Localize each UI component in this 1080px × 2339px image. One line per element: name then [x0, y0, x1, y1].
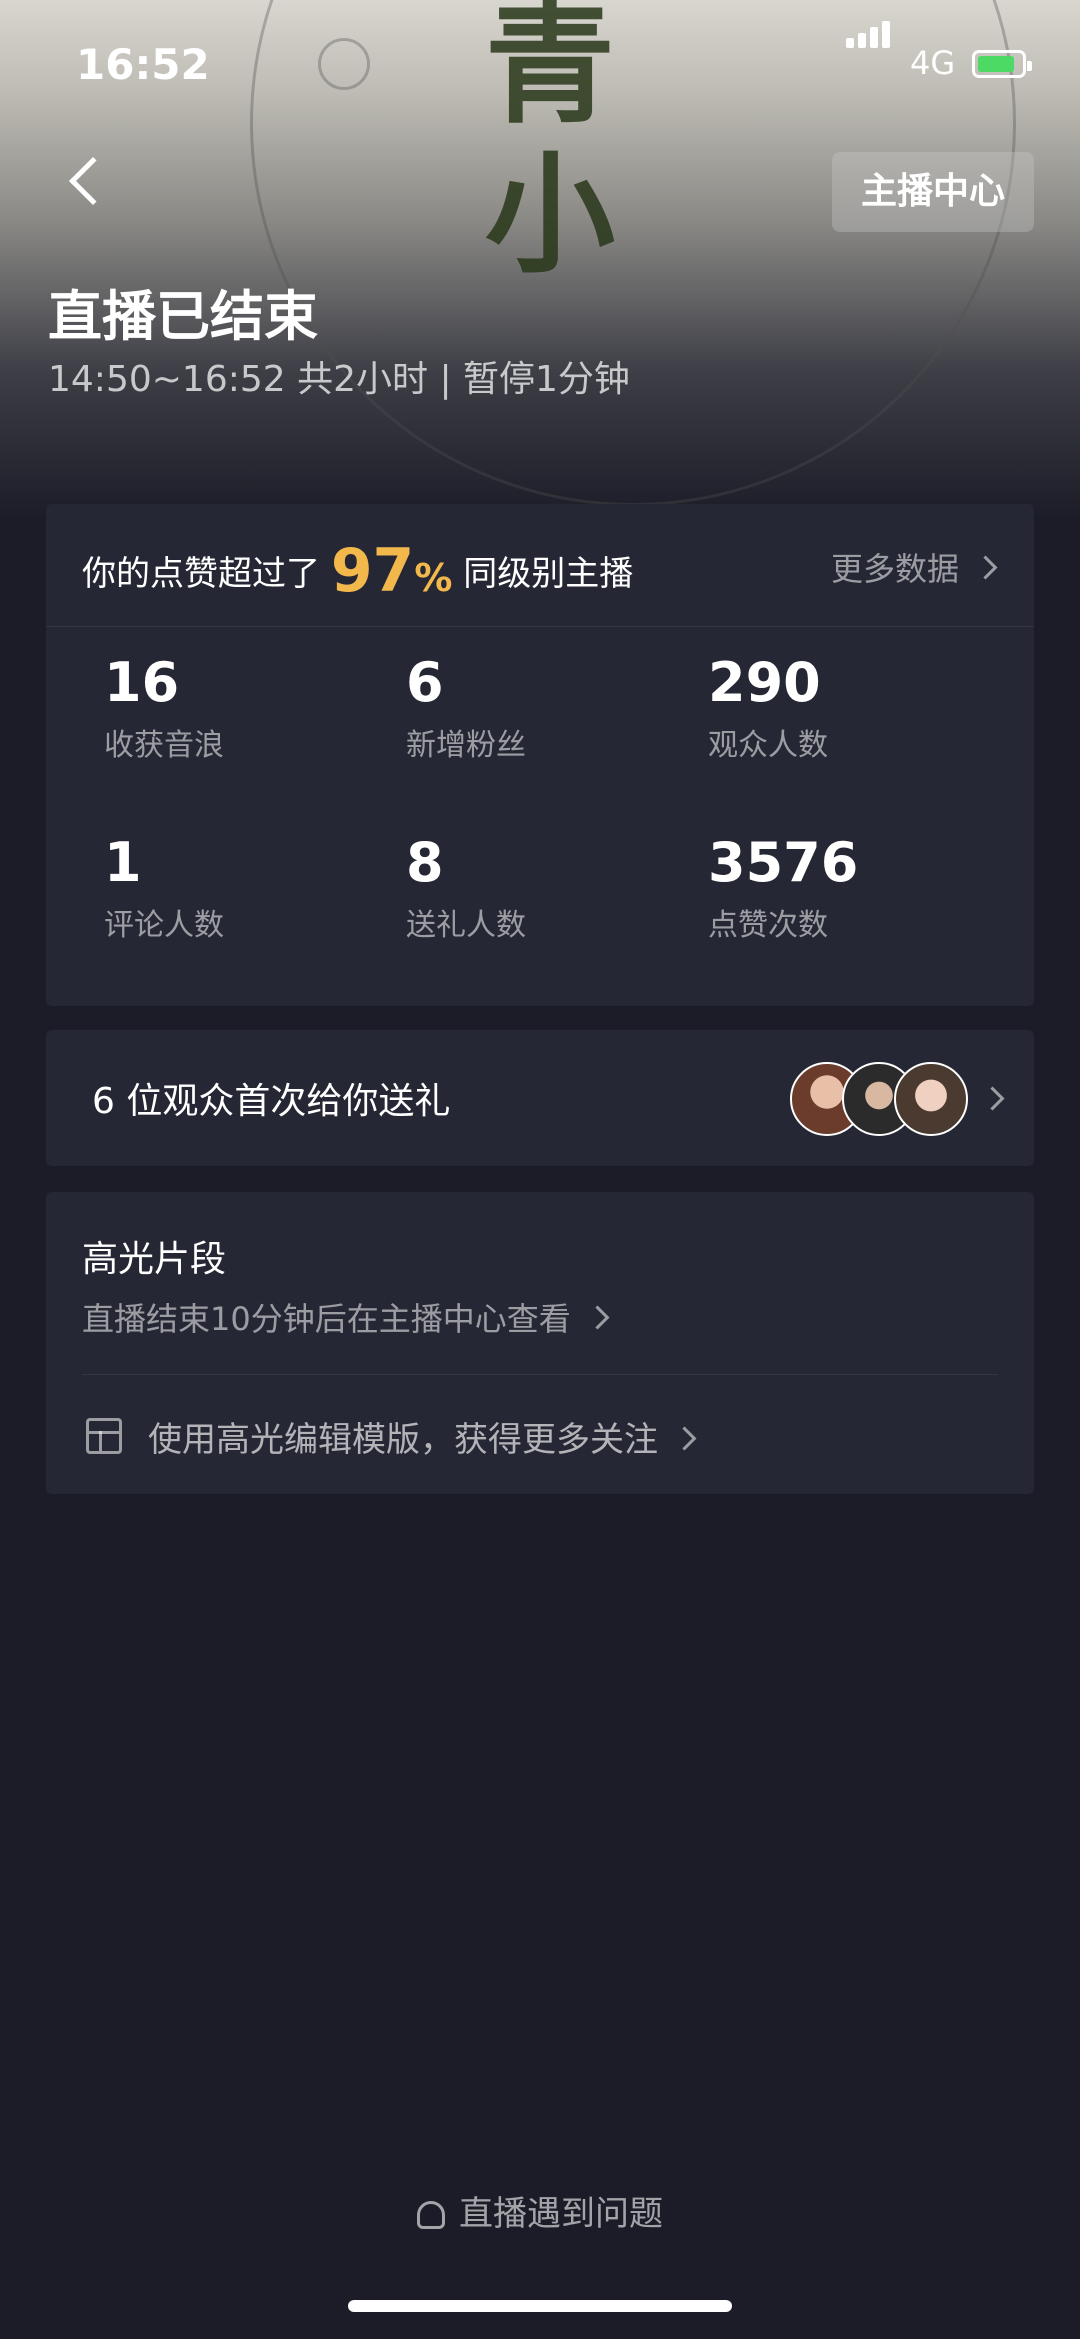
stat-label: 观众人数 [708, 728, 828, 763]
likes-rank-row: 你的点赞超过了 97% 同级别主播 更多数据 [46, 504, 1034, 627]
stat-label: 收获音浪 [104, 728, 224, 763]
highlight-subtitle: 直播结束10分钟后在主播中心查看 [82, 1300, 571, 1338]
likes-rank-suffix: 同级别主播 [463, 554, 634, 594]
help-label: 直播遇到问题 [459, 2194, 663, 2234]
stat-label: 新增粉丝 [406, 728, 526, 763]
percent-unit: % [414, 556, 453, 600]
stat-gifters: 8 送礼人数 [406, 832, 706, 944]
highlight-subtitle-link[interactable]: 直播结束10分钟后在主播中心查看 [82, 1294, 610, 1340]
chevron-right-icon [585, 1305, 610, 1330]
likes-rank-prefix: 你的点赞超过了 [82, 554, 320, 594]
first-gift-label: 6 位观众首次给你送礼 [92, 1081, 451, 1122]
chevron-right-icon [973, 555, 998, 580]
likes-rank-percent: 97% [331, 536, 453, 606]
stats-card: 你的点赞超过了 97% 同级别主播 更多数据 16 收获音浪 6 新增粉丝 29… [46, 504, 1034, 1006]
highlight-title: 高光片段 [82, 1239, 227, 1280]
live-duration: 14:50~16:52 共2小时 | 暂停1分钟 [48, 359, 630, 400]
stat-value: 3576 [708, 831, 859, 894]
stat-sound-waves: 16 收获音浪 [104, 652, 404, 764]
headset-icon [417, 2201, 445, 2229]
stat-value: 6 [406, 651, 444, 714]
chevron-right-icon [672, 1426, 697, 1451]
stat-value: 16 [104, 651, 180, 714]
stat-value: 1 [104, 831, 142, 894]
stat-label: 点赞次数 [708, 908, 828, 943]
page-title: 直播已结束 [48, 285, 318, 348]
stat-viewers: 290 观众人数 [708, 652, 1008, 764]
divider [82, 1374, 998, 1375]
host-center-button[interactable]: 主播中心 [832, 152, 1034, 232]
more-data-link[interactable]: 更多数据 [830, 544, 998, 590]
percent-value: 97 [330, 536, 415, 606]
avatar [894, 1062, 968, 1136]
home-indicator[interactable] [348, 2300, 732, 2312]
stat-new-fans: 6 新增粉丝 [406, 652, 706, 764]
stat-likes: 3576 点赞次数 [708, 832, 1008, 944]
stat-value: 290 [708, 651, 821, 714]
stat-commenters: 1 评论人数 [104, 832, 404, 944]
more-data-label: 更多数据 [830, 550, 959, 588]
status-time: 16:52 [76, 40, 210, 89]
first-gift-row[interactable]: 6 位观众首次给你送礼 [46, 1030, 1034, 1166]
help-link[interactable]: 直播遇到问题 [0, 2186, 1080, 2235]
stat-value: 8 [406, 831, 444, 894]
gifter-avatars [790, 1062, 1000, 1136]
highlight-template-link[interactable]: 使用高光编辑模版，获得更多关注 [148, 1412, 697, 1461]
stat-label: 评论人数 [104, 908, 224, 943]
stat-label: 送礼人数 [406, 908, 526, 943]
status-bar: 16:52 4G [0, 0, 1080, 130]
highlight-card: 高光片段 直播结束10分钟后在主播中心查看 使用高光编辑模版，获得更多关注 [46, 1192, 1034, 1494]
network-label: 4G [910, 44, 956, 82]
battery-icon [972, 50, 1032, 78]
template-icon [86, 1418, 122, 1454]
template-label: 使用高光编辑模版，获得更多关注 [148, 1420, 658, 1460]
likes-rank-text: 你的点赞超过了 97% 同级别主播 [82, 536, 633, 606]
